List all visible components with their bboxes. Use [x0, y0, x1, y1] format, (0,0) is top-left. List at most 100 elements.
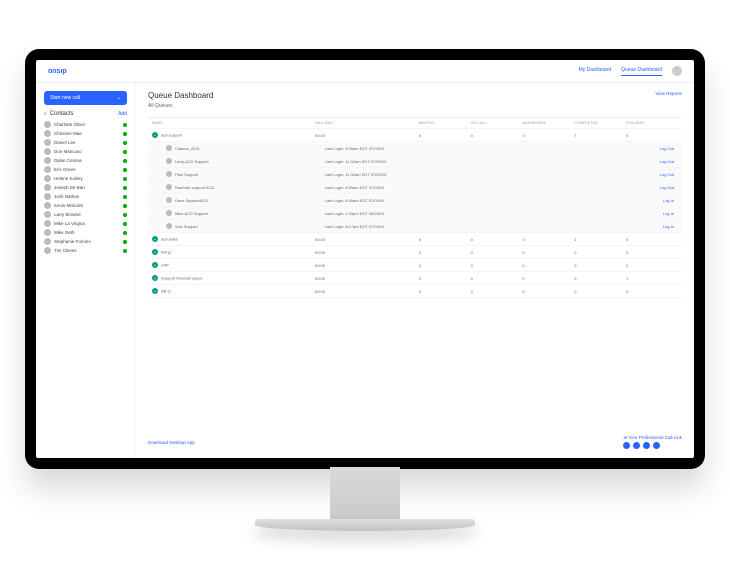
contact-item[interactable]: Eric Green — [44, 166, 127, 173]
contact-name: Dylan Cerena — [54, 158, 82, 163]
contact-item[interactable]: Charlotte Oliver — [44, 121, 127, 128]
presence-dot — [123, 213, 127, 217]
contact-item[interactable]: Larry Browne — [44, 211, 127, 218]
twitter-icon[interactable] — [633, 442, 640, 449]
queue-row[interactable]: +acd sales00:0000010 — [148, 233, 682, 246]
tagline: at Your Professional Call Link — [623, 435, 682, 440]
start-new-call-button[interactable]: Start new call ⌄ — [44, 91, 127, 105]
contact-item[interactable]: Joseph De Bari — [44, 184, 127, 191]
agent-row: Rachelle support ACDLast Login: 8:55am E… — [148, 181, 682, 194]
rss-icon[interactable] — [653, 442, 660, 449]
contact-item[interactable]: Christine Mae — [44, 130, 127, 137]
expand-icon[interactable]: + — [152, 262, 158, 268]
presence-dot — [123, 240, 127, 244]
col-maxwait: MAX WAIT — [315, 121, 419, 125]
agent-name: Larry ACD Support — [166, 158, 325, 164]
bezel: onsıp My Dashboard Queue Dashboard Start… — [25, 49, 705, 469]
presence-dot — [123, 249, 127, 253]
presence-dot — [123, 150, 127, 154]
agent-name: Rachelle support ACD — [166, 184, 325, 190]
agent-avatar — [166, 197, 172, 203]
contact-item[interactable]: Dylan Cerena — [44, 157, 127, 164]
contact-item[interactable]: Tim Cleves — [44, 247, 127, 254]
contact-item[interactable]: Kevin Malcolm — [44, 202, 127, 209]
queue-name: +Support Holocall queue — [152, 275, 315, 281]
presence-dot — [123, 123, 127, 127]
tab-my-dashboard[interactable]: My Dashboard — [579, 67, 612, 75]
expand-icon[interactable]: − — [152, 132, 158, 138]
agent-login: Last Login: 11:32am EDT 07/03/19 — [325, 159, 628, 164]
agent-name: Dave SupportACD — [166, 197, 325, 203]
contact-avatar — [44, 184, 51, 191]
contact-name: Mike Oeth — [54, 230, 75, 235]
new-call-label: Start new call — [50, 95, 80, 101]
agent-action-link[interactable]: Log In — [628, 198, 678, 203]
queue-name: +acd sales — [152, 236, 315, 242]
search-icon[interactable]: ⌕ — [44, 111, 47, 117]
agent-avatar — [166, 210, 172, 216]
contact-name: Tim Cleves — [54, 248, 76, 253]
expand-icon[interactable]: + — [152, 236, 158, 242]
agent-action-link[interactable]: Log Out — [628, 185, 678, 190]
brand-logo: onsıp — [48, 68, 67, 75]
agent-row: Paul SupportLast Login: 11:32am EDT 07/0… — [148, 168, 682, 181]
agent-action-link[interactable]: Log In — [628, 224, 678, 229]
presence-dot — [123, 204, 127, 208]
contact-name: Joseph De Bari — [54, 185, 85, 190]
expand-icon[interactable]: + — [152, 288, 158, 294]
queue-name: +LNP — [152, 262, 315, 268]
agent-avatar — [166, 223, 172, 229]
agent-action-link[interactable]: Log Out — [628, 159, 678, 164]
contact-avatar — [44, 166, 51, 173]
agent-login: Last Login: 8:45am EDT 07/03/19 — [325, 198, 628, 203]
body: Start new call ⌄ ⌕ Contacts Add Charlott… — [36, 83, 694, 458]
queue-row[interactable]: +Support Holocall queue00:0000001 — [148, 272, 682, 285]
queue-row[interactable]: −acd support00:0000070 — [148, 129, 682, 142]
agent-name: Mike ACD Support — [166, 210, 325, 216]
contacts-header: ⌕ Contacts Add — [44, 111, 127, 117]
queue-name: +hiring — [152, 249, 315, 255]
contact-item[interactable]: Mike La Virgina — [44, 220, 127, 227]
presence-dot — [123, 222, 127, 226]
screen: onsıp My Dashboard Queue Dashboard Start… — [36, 60, 694, 458]
presence-dot — [123, 231, 127, 235]
agent-login: Last Login: 1:33pm EDT 05/28/19 — [325, 211, 628, 216]
expand-icon[interactable]: + — [152, 249, 158, 255]
user-avatar[interactable] — [672, 66, 682, 76]
col-name: NAME — [152, 121, 315, 125]
facebook-icon[interactable] — [623, 442, 630, 449]
view-reports-link[interactable]: View Reports — [655, 91, 682, 96]
contact-item[interactable]: Helene Kolsky — [44, 175, 127, 182]
contact-name: Daniel Lee — [54, 140, 76, 145]
expand-icon[interactable]: + — [152, 275, 158, 281]
agent-row: Mike ACD SupportLast Login: 1:33pm EDT 0… — [148, 207, 682, 220]
monitor-stand-base — [255, 519, 475, 531]
agent-avatar — [166, 171, 172, 177]
queue-table: NAME MAX WAIT WAITING ON CALL ABANDONED … — [148, 117, 682, 298]
agent-login: Last Login: 8:26am EDT 07/03/19 — [325, 146, 628, 151]
queue-row[interactable]: +LNP00:0000000 — [148, 259, 682, 272]
agent-action-link[interactable]: Log In — [628, 211, 678, 216]
agent-name: Clarece_ACD — [166, 145, 325, 151]
contact-item[interactable]: Mike Oeth — [44, 229, 127, 236]
linkedin-icon[interactable] — [643, 442, 650, 449]
contact-item[interactable]: Daniel Lee — [44, 139, 127, 146]
contact-item[interactable]: Josh Nathan — [44, 193, 127, 200]
contact-item[interactable]: Stephanie Fornino — [44, 238, 127, 245]
download-app-link[interactable]: Download Desktop App — [148, 440, 195, 445]
contact-list: Charlotte Oliver Christine Mae Daniel Lee D… — [44, 121, 127, 254]
agent-avatar — [166, 145, 172, 151]
contact-name: Kevin Malcolm — [54, 203, 83, 208]
add-contact-link[interactable]: Add — [118, 111, 127, 117]
contact-item[interactable]: Don Mancuso — [44, 148, 127, 155]
queue-row[interactable]: +AB Q00:0000000 — [148, 285, 682, 298]
agent-action-link[interactable]: Log Out — [628, 146, 678, 151]
tab-queue-dashboard[interactable]: Queue Dashboard — [621, 67, 662, 76]
agent-action-link[interactable]: Log Out — [628, 172, 678, 177]
main: Queue Dashboard All Queues View Reports … — [136, 83, 694, 458]
contact-avatar — [44, 130, 51, 137]
queue-row[interactable]: +hiring00:0000000 — [148, 246, 682, 259]
footer: Download Desktop App at Your Professiona… — [148, 429, 682, 455]
contact-avatar — [44, 238, 51, 245]
agent-login: Last Login: 8:17am EDT 07/03/19 — [325, 224, 628, 229]
